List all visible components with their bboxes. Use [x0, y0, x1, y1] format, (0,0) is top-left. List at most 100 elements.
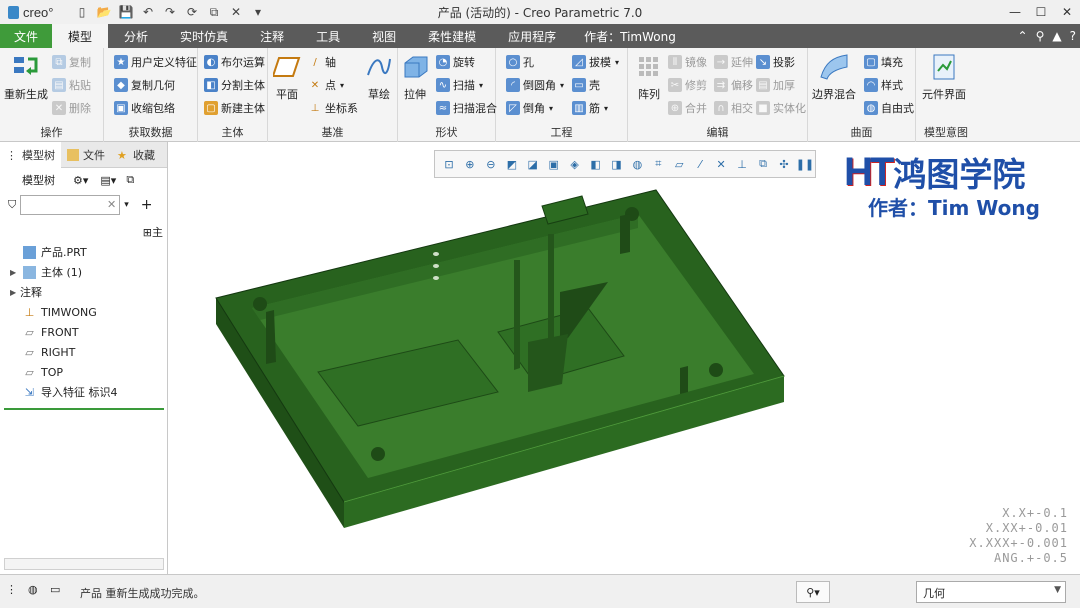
thicken-button[interactable]: ▤ 加厚 — [756, 77, 795, 93]
copy-button[interactable]: ⧉ 复制 — [52, 54, 91, 70]
close-icon[interactable]: ✕ — [1054, 0, 1080, 24]
tab-flexible[interactable]: 柔性建模 — [412, 24, 492, 48]
solidify-button[interactable]: ■ 实体化 — [756, 100, 806, 116]
group-label-editing[interactable]: 编辑 — [628, 124, 807, 140]
intersect-button[interactable]: ∩ 相交 — [714, 100, 753, 116]
extrude-button[interactable]: 拉伸 — [400, 52, 430, 102]
mirror-button[interactable]: ⫴ 镜像 — [668, 54, 707, 70]
plane-button[interactable]: 平面 — [272, 52, 302, 102]
tree-node-part[interactable]: 产品.PRT — [0, 242, 166, 262]
boolean-button[interactable]: ◐ 布尔运算 — [204, 54, 265, 70]
collapse-ribbon-icon[interactable]: ⌃ — [1018, 29, 1028, 43]
boundary-blend-button[interactable]: 边界混合 — [812, 52, 856, 102]
tab-model-tree[interactable]: ⋮ 模型树 — [0, 141, 61, 168]
graphics-window[interactable]: ⊡ ⊕ ⊖ ◩ ◪ ▣ ◈ ◧ ◨ ◍ ⌗ ▱ ⁄ ✕ ⊥ ⧉ ✣ ❚❚ HT … — [168, 142, 1080, 574]
open-icon[interactable]: 📂 — [94, 3, 114, 21]
tab-applications[interactable]: 应用程序 — [492, 24, 572, 48]
style-button[interactable]: ◠ 样式 — [864, 77, 903, 93]
group-label-model-intent[interactable]: 模型意图 — [916, 124, 976, 140]
tree-search-input[interactable]: ✕ — [20, 195, 121, 215]
hole-button[interactable]: ○ 孔 — [506, 54, 534, 70]
tab-annotate[interactable]: 注释 — [244, 24, 300, 48]
sketch-button[interactable]: 草绘 — [364, 52, 394, 102]
filter-icon[interactable]: ⛉ — [8, 198, 16, 212]
hat-icon[interactable]: ▲ — [1052, 29, 1061, 43]
project-button[interactable]: ↘ 投影 — [756, 54, 795, 70]
tab-model[interactable]: 模型 — [52, 24, 109, 48]
redo-icon[interactable]: ↷ — [160, 3, 180, 21]
tab-view[interactable]: 视图 — [356, 24, 412, 48]
regenerate-icon[interactable]: ⟳ — [182, 3, 202, 21]
offset-button[interactable]: ⇉ 偏移 — [714, 77, 753, 93]
tree-settings-icon[interactable]: ⚙▾ — [73, 174, 88, 187]
minimize-icon[interactable]: — — [1002, 0, 1028, 24]
expand-icon[interactable]: ▶ — [10, 288, 20, 297]
maximize-icon[interactable]: ☐ — [1028, 0, 1054, 24]
add-icon[interactable]: + — [141, 197, 153, 213]
trim-button[interactable]: ✂ 修剪 — [668, 77, 707, 93]
expand-icon[interactable]: ▶ — [10, 268, 20, 277]
close-window-icon[interactable]: ✕ — [226, 3, 246, 21]
extend-button[interactable]: → 延伸 — [714, 54, 753, 70]
split-body-button[interactable]: ◧ 分割主体 — [204, 77, 265, 93]
tab-favorites[interactable]: ★ 收藏 — [111, 142, 161, 168]
group-label-surfaces[interactable]: 曲面 — [808, 124, 915, 140]
regenerate-button[interactable]: 重新生成 — [4, 52, 48, 102]
tree-node-import[interactable]: ⇲ 导入特征 标识4 — [0, 382, 166, 402]
tree-node-front[interactable]: ▱ FRONT — [0, 322, 166, 342]
group-label-engineering[interactable]: 工程 — [496, 124, 627, 140]
search-icon[interactable]: ⚲ — [1036, 29, 1045, 43]
merge-button[interactable]: ⊕ 合并 — [668, 100, 707, 116]
sweep-button[interactable]: ∿ 扫描 ▾ — [436, 77, 483, 93]
chamfer-button[interactable]: ◸ 倒角 ▾ — [506, 100, 553, 116]
search-dropdown-icon[interactable]: ▾ — [124, 200, 129, 210]
tree-node-body[interactable]: ▶ 主体 (1) — [0, 262, 166, 282]
group-label-datum[interactable]: 基准 — [268, 124, 397, 140]
new-body-button[interactable]: ▢ 新建主体 — [204, 100, 265, 116]
tree-node-top[interactable]: ▱ TOP — [0, 362, 166, 382]
find-button[interactable]: ⚲▾ — [796, 581, 830, 603]
udf-button[interactable]: ★ 用户定义特征 — [114, 54, 197, 70]
draft-button[interactable]: ◿ 拔模 ▾ — [572, 54, 619, 70]
tab-analysis[interactable]: 分析 — [108, 24, 164, 48]
tree-node-annotations[interactable]: ▶ 注释 — [0, 282, 166, 302]
rib-button[interactable]: ▥ 筋 ▾ — [572, 100, 608, 116]
tab-files[interactable]: 文件 — [61, 142, 111, 168]
selection-filter[interactable]: 几何 ▼ — [916, 581, 1066, 603]
swept-blend-button[interactable]: ≈ 扫描混合 — [436, 100, 497, 116]
freestyle-button[interactable]: ◍ 自由式 — [864, 100, 914, 116]
browser-toggle-icon[interactable]: ◍ — [28, 583, 44, 599]
shell-button[interactable]: ▭ 壳 — [572, 77, 600, 93]
paste-button[interactable]: ▤ 粘贴 — [52, 77, 91, 93]
undo-icon[interactable]: ↶ — [138, 3, 158, 21]
customize-icon[interactable]: ▾ — [248, 3, 268, 21]
group-label-operations[interactable]: 操作 — [0, 124, 103, 140]
csys-button[interactable]: ⊥ 坐标系 — [308, 100, 358, 116]
revolve-button[interactable]: ◔ 旋转 — [436, 54, 475, 70]
tab-tools[interactable]: 工具 — [300, 24, 356, 48]
fill-button[interactable]: ▢ 填充 — [864, 54, 903, 70]
tree-horizontal-scrollbar[interactable] — [4, 558, 164, 570]
new-icon[interactable]: ▯ — [72, 3, 92, 21]
tree-filter-icon[interactable]: ⧉ — [126, 173, 134, 187]
pattern-button[interactable]: 阵列 — [634, 52, 664, 102]
group-label-shapes[interactable]: 形状 — [398, 124, 495, 140]
help-icon[interactable]: ? — [1070, 29, 1076, 43]
group-label-get-data[interactable]: 获取数据 — [104, 124, 197, 140]
save-icon[interactable]: 💾 — [116, 3, 136, 21]
axis-button[interactable]: / 轴 — [308, 54, 336, 70]
model-3d-view[interactable] — [168, 142, 1080, 574]
copy-geometry-button[interactable]: ◆ 复制几何 — [114, 77, 175, 93]
model-tree-toggle-icon[interactable]: ⋮ — [6, 583, 22, 599]
tree-node-csys[interactable]: ⊥ TIMWONG — [0, 302, 166, 322]
tree-node-right[interactable]: ▱ RIGHT — [0, 342, 166, 362]
round-button[interactable]: ◜ 倒圆角 ▾ — [506, 77, 564, 93]
component-interface-button[interactable]: 元件界面 — [922, 52, 966, 102]
point-button[interactable]: ✕ 点 ▾ — [308, 77, 344, 93]
tab-simulation[interactable]: 实时仿真 — [164, 24, 244, 48]
tab-file[interactable]: 文件 — [0, 24, 53, 48]
shrinkwrap-button[interactable]: ▣ 收缩包络 — [114, 100, 175, 116]
windows-icon[interactable]: ⧉ — [204, 3, 224, 21]
column-toggle-icon[interactable]: ⊞主 — [143, 224, 163, 240]
clear-search-icon[interactable]: ✕ — [107, 198, 116, 211]
